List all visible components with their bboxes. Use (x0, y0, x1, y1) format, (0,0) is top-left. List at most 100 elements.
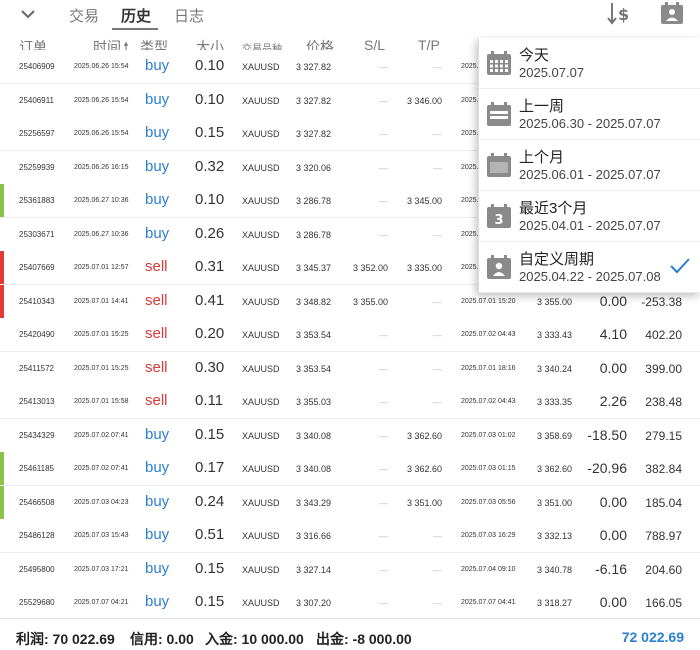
table-row[interactable]: 25420490 2025.07.01 15:25 sell 0.20 XAUUSD 3 … (0, 318, 700, 352)
deposit-summary: 入金: 10 000.00 (205, 631, 304, 647)
type-cell: buy (145, 90, 170, 108)
table-row[interactable]: 25486128 2025.07.03 15:43 buy 0.51 XAUUSD 3 3… (0, 519, 700, 553)
type-cell: sell (145, 258, 168, 275)
type-cell: sell (145, 358, 168, 376)
period-option[interactable]: 自定义周期 2025.04.22 - 2025.07.08 (479, 242, 700, 293)
swap-cell: 0.00 (599, 493, 627, 510)
sl-cell: — (379, 162, 388, 173)
svg-text:3: 3 (494, 213, 503, 228)
order-cell: 25406911 (19, 95, 54, 105)
symbol-cell: XAUUSD (242, 564, 280, 575)
sl-cell: — (379, 464, 388, 474)
tp-cell: — (433, 598, 442, 608)
type-cell: buy (145, 526, 170, 543)
close-time-cell: 2025.07.03 01:02 (461, 431, 516, 439)
size-cell: 0.41 (195, 291, 225, 309)
order-cell: 25410343 (19, 296, 55, 306)
price-cell: 3 316.66 (296, 531, 332, 541)
open-time-cell: 2025.07.02 07:41 (74, 431, 129, 439)
sl-cell: 3 355.00 (352, 296, 388, 307)
table-row[interactable]: 25434329 2025.07.02 07:41 buy 0.15 XAUUSD 3 3… (0, 418, 700, 453)
symbol-cell: XAUUSD (242, 263, 280, 273)
tab-trade[interactable]: 交易 (69, 5, 99, 26)
close-time-cell: 2025.07.04 09:10 (461, 565, 516, 573)
type-cell: sell (145, 291, 168, 309)
sort-dollar-icon[interactable]: $ (606, 0, 636, 28)
close-time-cell: 2025.07.02 04:43 (461, 331, 516, 338)
profit-cell: -253.38 (641, 294, 682, 309)
table-row[interactable]: 25413013 2025.07.01 15:58 sell 0.11 XAUUSD 3 … (0, 385, 700, 419)
tab-journal[interactable]: 日志 (174, 5, 204, 26)
table-row[interactable]: 25411572 2025.07.01 15:25 sell 0.30 XAUUSD 3 … (0, 351, 700, 386)
tp-cell: — (433, 564, 442, 575)
tp-cell: 3 362.60 (406, 430, 442, 441)
symbol-cell: XAUUSD (242, 196, 280, 206)
period-option[interactable]: 3 最近3个月 2025.04.01 - 2025.07.07 (479, 191, 700, 242)
calendar-person-icon[interactable] (659, 1, 685, 25)
tp-cell: — (433, 330, 442, 340)
symbol-cell: XAUUSD (242, 296, 280, 307)
swap-cell: 0.00 (599, 292, 627, 309)
tab-history[interactable]: 历史 (121, 5, 151, 26)
symbol-cell: XAUUSD (242, 229, 280, 240)
swap-cell: 0.00 (599, 527, 627, 543)
order-cell: 25529680 (19, 598, 55, 607)
price-cell: 3 320.06 (296, 162, 332, 173)
table-row[interactable]: 25461185 2025.07.02 07:41 buy 0.17 XAUUSD 3 3… (0, 452, 700, 486)
period-option-title: 上一周 (519, 98, 565, 115)
calendar-3-months-icon: 3 (487, 204, 511, 228)
open-time-cell: 2025.06.27 10:36 (74, 230, 129, 238)
symbol-cell: XAUUSD (242, 598, 280, 608)
profit-cell: 238.48 (645, 395, 682, 409)
period-option[interactable]: 上一周 2025.06.30 - 2025.07.07 (479, 89, 700, 140)
table-row[interactable]: 25495800 2025.07.03 17:21 buy 0.15 XAUUSD 3 3… (0, 552, 700, 587)
period-option[interactable]: 今天 2025.07.07 (479, 38, 700, 89)
size-cell: 0.10 (195, 191, 225, 208)
open-time-cell: 2025.07.02 07:41 (74, 465, 129, 472)
open-time-cell: 2025.07.03 15:43 (74, 532, 129, 539)
swap-cell: 4.10 (599, 326, 627, 342)
size-cell: 0.15 (195, 559, 225, 577)
symbol-cell: XAUUSD (242, 62, 280, 72)
close-price-cell: 3 340.24 (536, 363, 572, 374)
calendar-week-icon (487, 102, 511, 126)
top-bar: 交易 历史 日志 $ (0, 0, 700, 30)
size-cell: 0.15 (195, 124, 225, 141)
table-row[interactable]: 25529680 2025.07.07 04:21 buy 0.15 XAUUSD 3 3… (0, 586, 700, 620)
order-cell: 25256597 (19, 129, 55, 138)
swap-cell: 0.00 (599, 594, 627, 610)
calendar-custom-icon (487, 255, 511, 279)
tp-cell: 3 346.00 (406, 95, 442, 106)
table-row[interactable]: 25466508 2025.07.03 04:23 buy 0.24 XAUUSD 3 3… (0, 485, 700, 520)
open-time-cell: 2025.07.07 04:21 (74, 599, 129, 606)
tp-cell: — (433, 531, 442, 541)
order-cell: 25407669 (19, 263, 55, 272)
open-time-cell: 2025.07.01 14:41 (74, 297, 129, 305)
size-cell: 0.51 (195, 526, 225, 543)
summary-footer: 利润: 70 022.69 信用: 0.00 入金: 10 000.00 出金:… (0, 618, 700, 650)
chevron-down-icon[interactable] (18, 4, 38, 24)
sl-cell: — (379, 62, 388, 72)
close-time-cell: 2025.07.03 01:15 (461, 465, 516, 472)
size-cell: 0.26 (195, 224, 225, 242)
close-price-cell: 3 358.69 (536, 430, 572, 441)
order-cell: 25361883 (19, 196, 55, 205)
price-cell: 3 355.03 (296, 397, 332, 407)
open-time-cell: 2025.06.26 16:15 (74, 163, 129, 171)
order-cell: 25461185 (19, 464, 54, 473)
order-cell: 25420490 (19, 330, 55, 339)
open-time-cell: 2025.07.01 15:25 (74, 331, 129, 338)
order-cell: 25486128 (19, 531, 55, 540)
size-cell: 0.17 (195, 459, 225, 476)
close-time-cell: 2025.07.03 16:29 (461, 532, 516, 539)
period-option[interactable]: 上个月 2025.06.01 - 2025.07.07 (479, 140, 700, 191)
row-status-marker (0, 284, 4, 318)
swap-cell: -18.50 (587, 426, 627, 443)
open-time-cell: 2025.07.03 04:23 (74, 498, 129, 506)
profit-summary: 利润: 70 022.69 (16, 631, 115, 647)
price-cell: 3 327.14 (296, 564, 332, 575)
period-dropdown: 今天 2025.07.07 上一周 2025.06.30 - 2025.07.07 上个… (478, 38, 700, 293)
type-cell: buy (145, 124, 170, 141)
size-cell: 0.11 (195, 392, 224, 409)
symbol-cell: XAUUSD (242, 430, 280, 441)
